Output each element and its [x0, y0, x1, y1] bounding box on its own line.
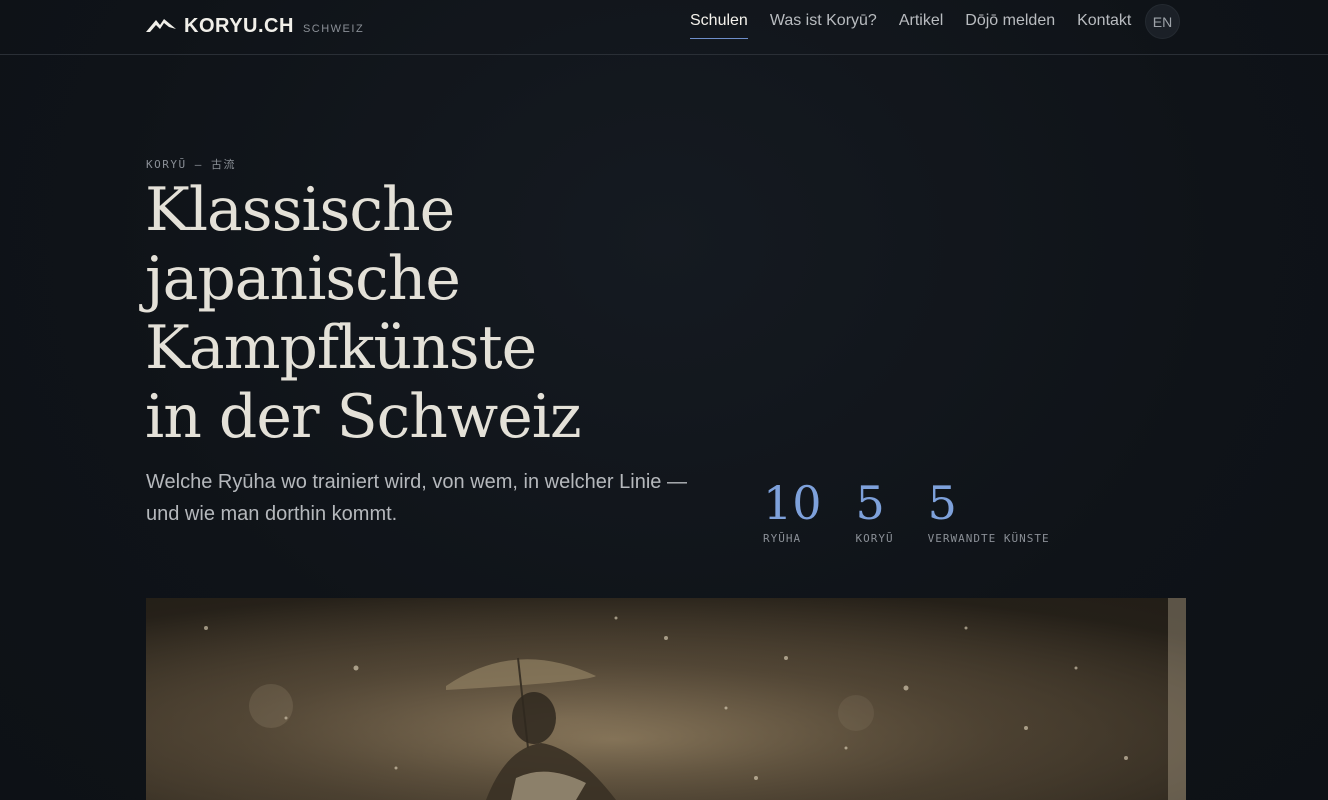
stat-label: RYŪHA	[763, 532, 802, 545]
nav-item-dojo-melden[interactable]: Dōjō melden	[965, 0, 1055, 44]
hero-title-line: in der Schweiz	[145, 382, 582, 452]
stat-verwandte-kuenste: 5 VERWANDTE KÜNSTE	[928, 476, 1050, 545]
site-header: KORYU.CH SCHWEIZ Schulen Was ist Koryū? …	[0, 0, 1328, 55]
stat-koryu: 5 KORYŪ	[856, 476, 894, 545]
nav-item-artikel[interactable]: Artikel	[899, 0, 943, 44]
hero-photo	[146, 598, 1186, 800]
language-switch-button[interactable]: EN	[1145, 4, 1180, 39]
stat-value: 5	[927, 476, 957, 530]
hero-title-line: Klassische	[145, 175, 455, 245]
hero-title-line: Kampfkünste	[145, 313, 537, 383]
logo-subtitle: SCHWEIZ	[302, 23, 365, 35]
nav-item-schulen[interactable]: Schulen	[690, 0, 748, 44]
hero-title: Klassische japanische Kampfkünste in der…	[145, 176, 745, 452]
nav-item-kontakt[interactable]: Kontakt	[1077, 0, 1131, 44]
stat-label: KORYŪ	[855, 532, 894, 545]
nav-item-was-ist-koryu[interactable]: Was ist Koryū?	[770, 0, 877, 44]
mountain-wing-icon	[146, 19, 176, 32]
main-nav: Schulen Was ist Koryū? Artikel Dōjō meld…	[690, 0, 1153, 44]
hero-title-line: japanische	[145, 244, 461, 314]
hero-subline: Welche Ryūha wo trainiert wird, von wem,…	[146, 471, 687, 525]
stat-value: 10	[763, 476, 822, 530]
historic-photo-image	[146, 598, 1186, 800]
stat-label: VERWANDTE KÜNSTE	[927, 532, 1050, 545]
site-logo[interactable]: KORYU.CH SCHWEIZ	[145, 12, 364, 38]
stats-row: 10 RYŪHA 5 KORYŪ 5 VERWANDTE KÜNSTE	[763, 476, 1084, 545]
hero-eyebrow: KORYŪ — 古流	[146, 158, 236, 171]
stat-ryuha: 10 RYŪHA	[763, 476, 822, 545]
logo-text: KORYU.CH	[184, 15, 294, 37]
stat-value: 5	[855, 476, 885, 530]
